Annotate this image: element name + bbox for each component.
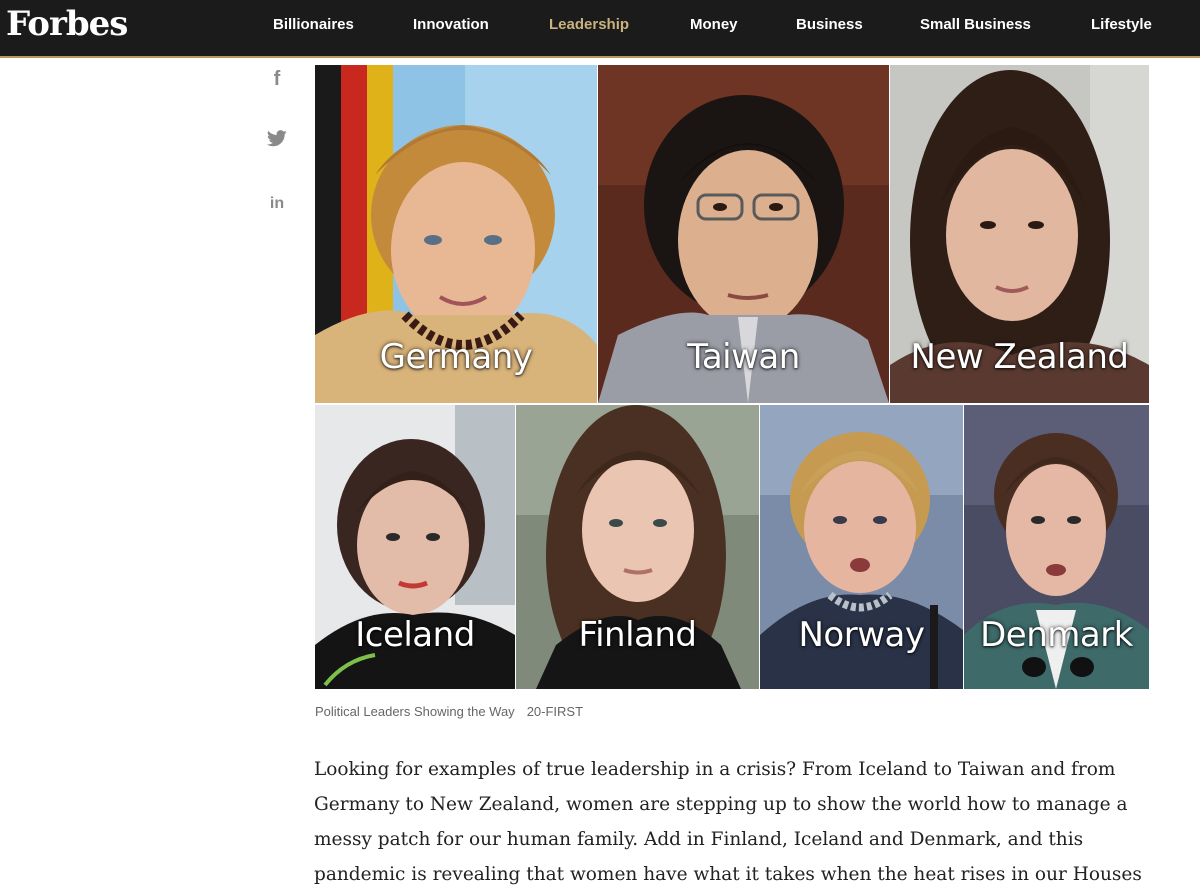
photo-taiwan: Taiwan bbox=[598, 65, 889, 403]
nav-item-innovation[interactable]: Innovation bbox=[413, 16, 489, 34]
article-line: messy patch for our human family. Add in… bbox=[314, 829, 1084, 850]
article-line: pandemic is revealing that women have wh… bbox=[314, 864, 1142, 885]
article-line: Looking for examples of true leadership … bbox=[314, 759, 1116, 780]
linkedin-icon[interactable]: in bbox=[266, 193, 288, 215]
twitter-icon[interactable] bbox=[266, 130, 288, 152]
country-label-iceland: Iceland bbox=[355, 615, 475, 655]
country-label-norway: Norway bbox=[798, 615, 925, 655]
nav-item-money[interactable]: Money bbox=[690, 16, 738, 34]
nav-item-leadership[interactable]: Leadership bbox=[549, 16, 629, 34]
twitter-bird-icon bbox=[266, 130, 287, 147]
article-body: Looking for examples of true leadership … bbox=[314, 752, 1164, 892]
article-line: Germany to New Zealand, women are steppi… bbox=[314, 794, 1128, 815]
country-label-finland: Finland bbox=[578, 615, 698, 655]
nav-item-lifestyle[interactable]: Lifestyle bbox=[1091, 16, 1152, 34]
photo-iceland: Iceland bbox=[315, 405, 515, 689]
country-label-denmark: Denmark bbox=[980, 615, 1133, 655]
photo-finland: Finland bbox=[516, 405, 759, 689]
forbes-logo[interactable]: Forbes bbox=[6, 2, 128, 46]
image-caption: Political Leaders Showing the Way 20-FIRS… bbox=[315, 704, 583, 719]
country-label-taiwan: Taiwan bbox=[687, 337, 800, 377]
photo-new-zealand: New Zealand bbox=[890, 65, 1149, 403]
country-label-new-zealand: New Zealand bbox=[910, 337, 1129, 377]
photo-credit: 20-FIRST bbox=[526, 704, 584, 719]
photo-denmark: Denmark bbox=[964, 405, 1149, 689]
caption-text: Political Leaders Showing the Way bbox=[315, 704, 515, 719]
facebook-icon[interactable]: f bbox=[266, 68, 288, 90]
header-accent-line bbox=[0, 56, 1200, 58]
top-navigation-bar: Forbes Billionaires Innovation Leadershi… bbox=[0, 0, 1200, 56]
country-label-germany: Germany bbox=[379, 337, 533, 377]
leaders-photo-collage[interactable]: Germany Taiwan New Zealand Iceland Finla… bbox=[315, 65, 1149, 689]
nav-item-small-business[interactable]: Small Business bbox=[920, 16, 1031, 34]
nav-item-billionaires[interactable]: Billionaires bbox=[273, 16, 354, 34]
photo-germany: Germany bbox=[315, 65, 597, 403]
nav-item-business[interactable]: Business bbox=[796, 16, 863, 34]
photo-norway: Norway bbox=[760, 405, 963, 689]
